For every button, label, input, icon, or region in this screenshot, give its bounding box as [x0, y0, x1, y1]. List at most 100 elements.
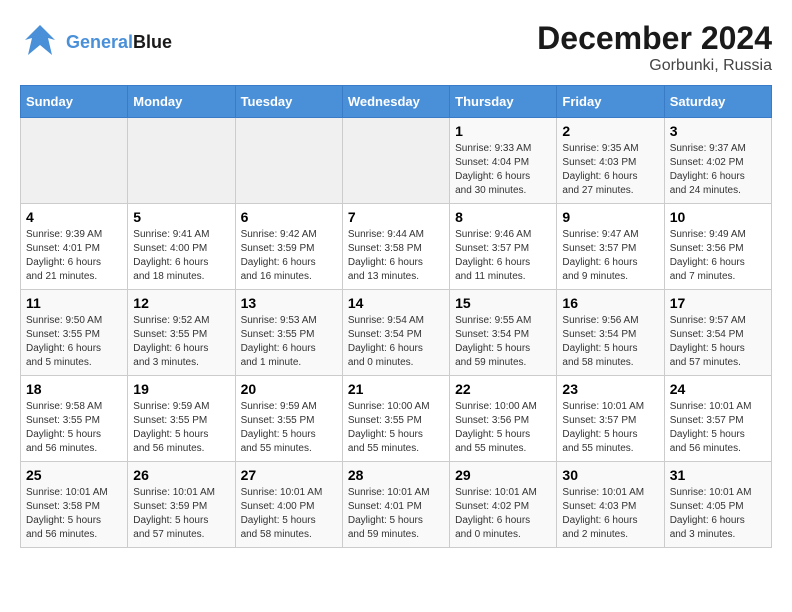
calendar-cell: 1Sunrise: 9:33 AMSunset: 4:04 PMDaylight…: [450, 118, 557, 204]
day-number: 16: [562, 295, 658, 311]
calendar-cell: 7 Sunrise: 9:44 AMSunset: 3:58 PMDaylight…: [342, 204, 449, 290]
calendar-cell: 4Sunrise: 9:39 AMSunset: 4:01 PMDaylight…: [21, 204, 128, 290]
calendar-cell: 26 Sunrise: 10:01 AMSunset: 3:59 PMDaylig…: [128, 462, 235, 548]
day-info: Sunrise: 9:41 AMSunset: 4:00 PMDaylight:…: [133, 228, 229, 284]
calendar-cell: 3Sunrise: 9:37 AMSunset: 4:02 PMDaylight…: [664, 118, 771, 204]
weekday-header: Friday: [557, 86, 664, 118]
day-info: Sunrise: 9:46 AMSunset: 3:57 PMDaylight:…: [455, 228, 551, 284]
day-info: Sunrise: 10:01 AMSunset: 4:02 PMDaylight…: [455, 486, 551, 542]
calendar-cell: 13Sunrise: 9:53 AMSunset: 3:55 PMDayligh…: [235, 290, 342, 376]
day-number: 7: [348, 209, 444, 225]
calendar-title: December 2024: [537, 20, 772, 57]
day-info: Sunrise: 9:42 AMSunset: 3:59 PMDaylight:…: [241, 228, 337, 284]
day-number: 19: [133, 381, 229, 397]
day-info: Sunrise: 10:01 AMSunset: 3:57 PMDaylight…: [562, 400, 658, 456]
logo-text: GeneralBlue: [66, 32, 172, 53]
calendar-cell: 10 Sunrise: 9:49 AMSunset: 3:56 PMDayligh…: [664, 204, 771, 290]
day-info: Sunrise: 9:35 AMSunset: 4:03 PMDaylight:…: [562, 142, 658, 198]
calendar-week-row: 4Sunrise: 9:39 AMSunset: 4:01 PMDaylight…: [21, 204, 772, 290]
day-info: Sunrise: 9:49 AMSunset: 3:56 PMDaylight:…: [670, 228, 766, 284]
day-info: Sunrise: 9:44 AMSunset: 3:58 PMDaylight:…: [348, 228, 444, 284]
logo: GeneralBlue: [20, 20, 172, 65]
day-info: Sunrise: 9:47 AMSunset: 3:57 PMDaylight:…: [562, 228, 658, 284]
calendar-cell: 11 Sunrise: 9:50 AMSunset: 3:55 PMDayligh…: [21, 290, 128, 376]
calendar-cell: 20 Sunrise: 9:59 AMSunset: 3:55 PMDayligh…: [235, 376, 342, 462]
day-number: 26: [133, 467, 229, 483]
calendar-cell: 19Sunrise: 9:59 AMSunset: 3:55 PMDayligh…: [128, 376, 235, 462]
day-number: 27: [241, 467, 337, 483]
day-number: 17: [670, 295, 766, 311]
calendar-cell: 12 Sunrise: 9:52 AMSunset: 3:55 PMDayligh…: [128, 290, 235, 376]
day-info: Sunrise: 9:59 AMSunset: 3:55 PMDaylight:…: [241, 400, 337, 456]
calendar-week-row: 25Sunrise: 10:01 AMSunset: 3:58 PMDaylig…: [21, 462, 772, 548]
day-number: 18: [26, 381, 122, 397]
day-number: 2: [562, 123, 658, 139]
day-info: Sunrise: 9:37 AMSunset: 4:02 PMDaylight:…: [670, 142, 766, 198]
weekday-header: Saturday: [664, 86, 771, 118]
calendar-cell: 18Sunrise: 9:58 AMSunset: 3:55 PMDayligh…: [21, 376, 128, 462]
page-header: GeneralBlue December 2024 Gorbunki, Russ…: [20, 20, 772, 75]
day-number: 8: [455, 209, 551, 225]
weekday-header: Tuesday: [235, 86, 342, 118]
day-info: Sunrise: 10:01 AMSunset: 4:05 PMDaylight…: [670, 486, 766, 542]
day-number: 13: [241, 295, 337, 311]
day-number: 20: [241, 381, 337, 397]
calendar-table: SundayMondayTuesdayWednesdayThursdayFrid…: [20, 85, 772, 548]
day-info: Sunrise: 9:54 AMSunset: 3:54 PMDaylight:…: [348, 314, 444, 370]
calendar-cell: 27 Sunrise: 10:01 AMSunset: 4:00 PMDaylig…: [235, 462, 342, 548]
day-info: Sunrise: 10:01 AMSunset: 4:01 PMDaylight…: [348, 486, 444, 542]
day-number: 6: [241, 209, 337, 225]
calendar-cell: 25Sunrise: 10:01 AMSunset: 3:58 PMDaylig…: [21, 462, 128, 548]
day-info: Sunrise: 10:01 AMSunset: 3:58 PMDaylight…: [26, 486, 122, 542]
title-block: December 2024 Gorbunki, Russia: [537, 20, 772, 75]
calendar-cell: 6 Sunrise: 9:42 AMSunset: 3:59 PMDaylight…: [235, 204, 342, 290]
logo-icon: [20, 20, 60, 65]
weekday-header-row: SundayMondayTuesdayWednesdayThursdayFrid…: [21, 86, 772, 118]
day-number: 23: [562, 381, 658, 397]
calendar-cell: 31 Sunrise: 10:01 AMSunset: 4:05 PMDaylig…: [664, 462, 771, 548]
calendar-cell: 30 Sunrise: 10:01 AMSunset: 4:03 PMDaylig…: [557, 462, 664, 548]
weekday-header: Thursday: [450, 86, 557, 118]
day-number: 24: [670, 381, 766, 397]
day-number: 12: [133, 295, 229, 311]
day-number: 29: [455, 467, 551, 483]
day-info: Sunrise: 10:01 AMSunset: 4:00 PMDaylight…: [241, 486, 337, 542]
day-number: 30: [562, 467, 658, 483]
day-info: Sunrise: 9:39 AMSunset: 4:01 PMDaylight:…: [26, 228, 122, 284]
calendar-cell: [235, 118, 342, 204]
calendar-cell: 17 Sunrise: 9:57 AMSunset: 3:54 PMDayligh…: [664, 290, 771, 376]
day-number: 28: [348, 467, 444, 483]
calendar-subtitle: Gorbunki, Russia: [537, 57, 772, 75]
calendar-week-row: 11 Sunrise: 9:50 AMSunset: 3:55 PMDayligh…: [21, 290, 772, 376]
calendar-cell: 5 Sunrise: 9:41 AMSunset: 4:00 PMDaylight…: [128, 204, 235, 290]
calendar-cell: 16 Sunrise: 9:56 AMSunset: 3:54 PMDayligh…: [557, 290, 664, 376]
day-number: 5: [133, 209, 229, 225]
day-number: 21: [348, 381, 444, 397]
calendar-cell: 22Sunrise: 10:00 AMSunset: 3:56 PMDaylig…: [450, 376, 557, 462]
calendar-cell: 2 Sunrise: 9:35 AMSunset: 4:03 PMDaylight…: [557, 118, 664, 204]
day-info: Sunrise: 10:00 AMSunset: 3:55 PMDaylight…: [348, 400, 444, 456]
calendar-cell: 21 Sunrise: 10:00 AMSunset: 3:55 PMDaylig…: [342, 376, 449, 462]
day-number: 31: [670, 467, 766, 483]
day-info: Sunrise: 9:52 AMSunset: 3:55 PMDaylight:…: [133, 314, 229, 370]
day-info: Sunrise: 9:33 AMSunset: 4:04 PMDaylight:…: [455, 142, 551, 198]
day-info: Sunrise: 9:57 AMSunset: 3:54 PMDaylight:…: [670, 314, 766, 370]
calendar-week-row: 18Sunrise: 9:58 AMSunset: 3:55 PMDayligh…: [21, 376, 772, 462]
calendar-cell: 8 Sunrise: 9:46 AMSunset: 3:57 PMDaylight…: [450, 204, 557, 290]
calendar-cell: 9Sunrise: 9:47 AMSunset: 3:57 PMDaylight…: [557, 204, 664, 290]
day-info: Sunrise: 10:01 AMSunset: 3:59 PMDaylight…: [133, 486, 229, 542]
day-info: Sunrise: 9:50 AMSunset: 3:55 PMDaylight:…: [26, 314, 122, 370]
calendar-cell: 14 Sunrise: 9:54 AMSunset: 3:54 PMDayligh…: [342, 290, 449, 376]
day-number: 10: [670, 209, 766, 225]
day-number: 22: [455, 381, 551, 397]
weekday-header: Monday: [128, 86, 235, 118]
calendar-cell: 29 Sunrise: 10:01 AMSunset: 4:02 PMDaylig…: [450, 462, 557, 548]
day-info: Sunrise: 10:01 AMSunset: 4:03 PMDaylight…: [562, 486, 658, 542]
day-info: Sunrise: 9:56 AMSunset: 3:54 PMDaylight:…: [562, 314, 658, 370]
day-info: Sunrise: 9:55 AMSunset: 3:54 PMDaylight:…: [455, 314, 551, 370]
day-number: 14: [348, 295, 444, 311]
calendar-cell: 24Sunrise: 10:01 AMSunset: 3:57 PMDaylig…: [664, 376, 771, 462]
day-number: 11: [26, 295, 122, 311]
calendar-cell: [128, 118, 235, 204]
weekday-header: Sunday: [21, 86, 128, 118]
